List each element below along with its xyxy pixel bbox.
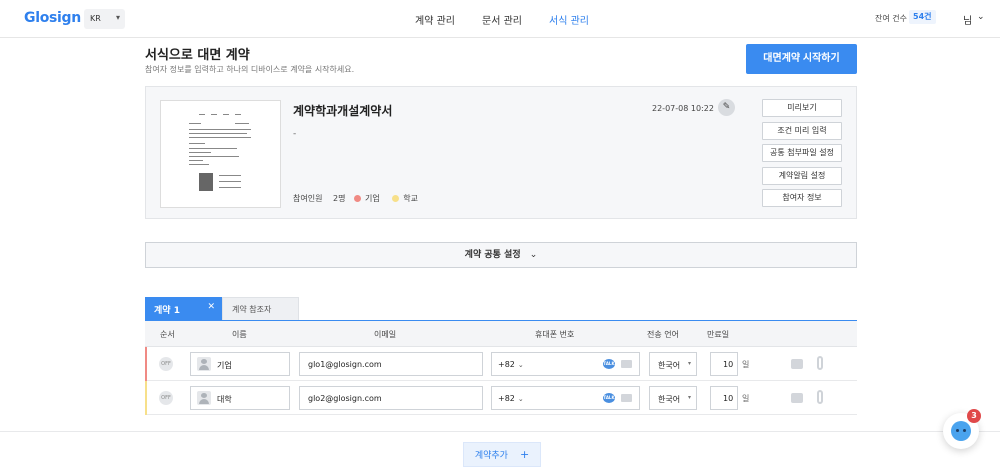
start-face-to-face-button[interactable]: 대면계약 시작하기 — [746, 44, 857, 74]
mail-icon[interactable] — [621, 394, 632, 402]
remaining-count-badge: 54건 — [909, 10, 936, 24]
attachment-icon[interactable] — [817, 390, 823, 404]
chevron-down-icon: ▾ — [687, 360, 691, 367]
tab-label: 계약 1 — [154, 306, 180, 316]
expire-unit: 일 — [742, 394, 750, 403]
user-icon — [197, 357, 211, 371]
template-title: 계약학과개설계약서 — [293, 104, 393, 118]
order-toggle[interactable]: OFF — [159, 391, 173, 405]
language-select[interactable]: 한국어 ▾ — [649, 386, 697, 410]
common-settings-toggle[interactable]: 계약 공통 설정 ⌄ — [145, 242, 857, 268]
page-title: 서식으로 대면 계약 — [145, 48, 250, 63]
phone-country-code[interactable]: +82 ⌄ — [498, 360, 524, 369]
header-name: 이름 — [232, 330, 247, 339]
language-select[interactable]: KR ▾ — [84, 9, 125, 29]
mail-icon[interactable] — [621, 360, 632, 368]
add-contract-button[interactable]: 계약추가 + — [463, 442, 541, 467]
name-value: 대학 — [217, 395, 232, 404]
logo[interactable]: Glosign — [24, 10, 81, 26]
remaining-label: 잔여 건수 — [875, 14, 907, 23]
party2-label: 학교 — [403, 194, 419, 203]
name-field[interactable]: 기업 — [190, 352, 290, 376]
tab-contract-1[interactable]: 계약 1 ✕ — [145, 297, 222, 320]
participants-count: 2명 — [333, 194, 346, 203]
row-color-bar — [145, 381, 147, 415]
chevron-down-icon[interactable]: ⌄ — [977, 12, 985, 22]
attachment-icon[interactable] — [817, 356, 823, 370]
header-phone: 휴대폰 번호 — [535, 330, 575, 339]
expire-days-input[interactable]: 10 — [710, 386, 738, 410]
chevron-down-icon: ▾ — [115, 13, 120, 22]
template-description: - — [293, 129, 297, 139]
email-field[interactable]: glo1@glosign.com — [299, 352, 483, 376]
phone-field[interactable]: +82 ⌄ TALK — [491, 386, 640, 410]
phone-country-code[interactable]: +82 ⌄ — [498, 394, 524, 403]
table-row: OFF 기업 glo1@glosign.com +82 ⌄ TALK 한국어 ▾ … — [145, 347, 857, 381]
chevron-down-icon: ⌄ — [529, 250, 538, 260]
expire-unit: 일 — [742, 360, 750, 369]
template-date: 22-07-08 10:22 — [652, 104, 714, 113]
tab-contract-reference[interactable]: 계약 참조자 — [222, 297, 299, 320]
pencil-icon[interactable]: ✎ — [718, 99, 735, 116]
bottom-bar: 계약추가 + — [0, 431, 1000, 470]
close-icon[interactable]: ✕ — [207, 302, 215, 312]
memo-icon[interactable] — [791, 359, 803, 369]
kakaotalk-icon[interactable]: TALK — [603, 393, 615, 403]
party2-color-dot — [392, 195, 400, 202]
phone-field[interactable]: +82 ⌄ TALK — [491, 352, 640, 376]
row-color-bar — [145, 347, 147, 381]
table-row: OFF 대학 glo2@glosign.com +82 ⌄ TALK 한국어 ▾ … — [145, 381, 857, 415]
memo-icon[interactable] — [791, 393, 803, 403]
nav-template-management[interactable]: 서식 관리 — [549, 12, 589, 27]
expire-days-input[interactable]: 10 — [710, 352, 738, 376]
language-value: KR — [90, 14, 101, 23]
page-subtitle: 참여자 정보를 입력하고 하나의 디바이스로 계약을 시작하세요. — [145, 65, 355, 74]
chat-bot-icon — [951, 421, 971, 441]
nav-contract-management[interactable]: 계약 관리 — [415, 12, 455, 27]
header-order: 순서 — [160, 330, 175, 339]
table-header: 순서 이름 이메일 휴대폰 번호 전송 언어 만료일 — [145, 320, 857, 347]
party1-color-dot — [354, 195, 361, 202]
plus-icon: + — [519, 448, 530, 461]
user-icon — [197, 391, 211, 405]
language-value: 한국어 — [658, 361, 681, 370]
add-contract-label: 계약추가 — [474, 451, 508, 461]
chat-unread-badge: 3 — [967, 409, 981, 423]
common-attachment-button[interactable]: 공통 첨부파일 설정 — [762, 144, 842, 162]
name-value: 기업 — [217, 361, 232, 370]
email-field[interactable]: glo2@glosign.com — [299, 386, 483, 410]
user-menu[interactable]: 님 — [963, 12, 972, 27]
header-language: 전송 언어 — [647, 330, 679, 339]
header-email: 이메일 — [374, 330, 397, 339]
language-value: 한국어 — [658, 395, 681, 404]
kakaotalk-icon[interactable]: TALK — [603, 359, 615, 369]
top-bar: Glosign KR ▾ 계약 관리 문서 관리 서식 관리 잔여 건수 54건… — [0, 0, 1000, 38]
document-thumbnail[interactable] — [160, 100, 281, 208]
nav-document-management[interactable]: 문서 관리 — [482, 12, 522, 27]
name-field[interactable]: 대학 — [190, 386, 290, 410]
chevron-down-icon: ▾ — [687, 394, 691, 401]
participants-label: 참여인원 — [293, 194, 323, 203]
order-toggle[interactable]: OFF — [159, 357, 173, 371]
header-expire: 만료일 — [707, 330, 730, 339]
language-select[interactable]: 한국어 ▾ — [649, 352, 697, 376]
preview-button[interactable]: 미리보기 — [762, 99, 842, 117]
contract-notification-button[interactable]: 계약알림 설정 — [762, 167, 842, 185]
participant-info-button[interactable]: 참여자 정보 — [762, 189, 842, 207]
template-card: 계약학과개설계약서 - 22-07-08 10:22 ✎ 참여인원 2명 기업 … — [145, 86, 857, 219]
participants-info: 참여인원 2명 기업 학교 — [293, 193, 422, 204]
preset-conditions-button[interactable]: 조건 미리 입력 — [762, 122, 842, 140]
party1-label: 기업 — [365, 194, 380, 203]
common-settings-label: 계약 공통 설정 — [464, 250, 521, 260]
